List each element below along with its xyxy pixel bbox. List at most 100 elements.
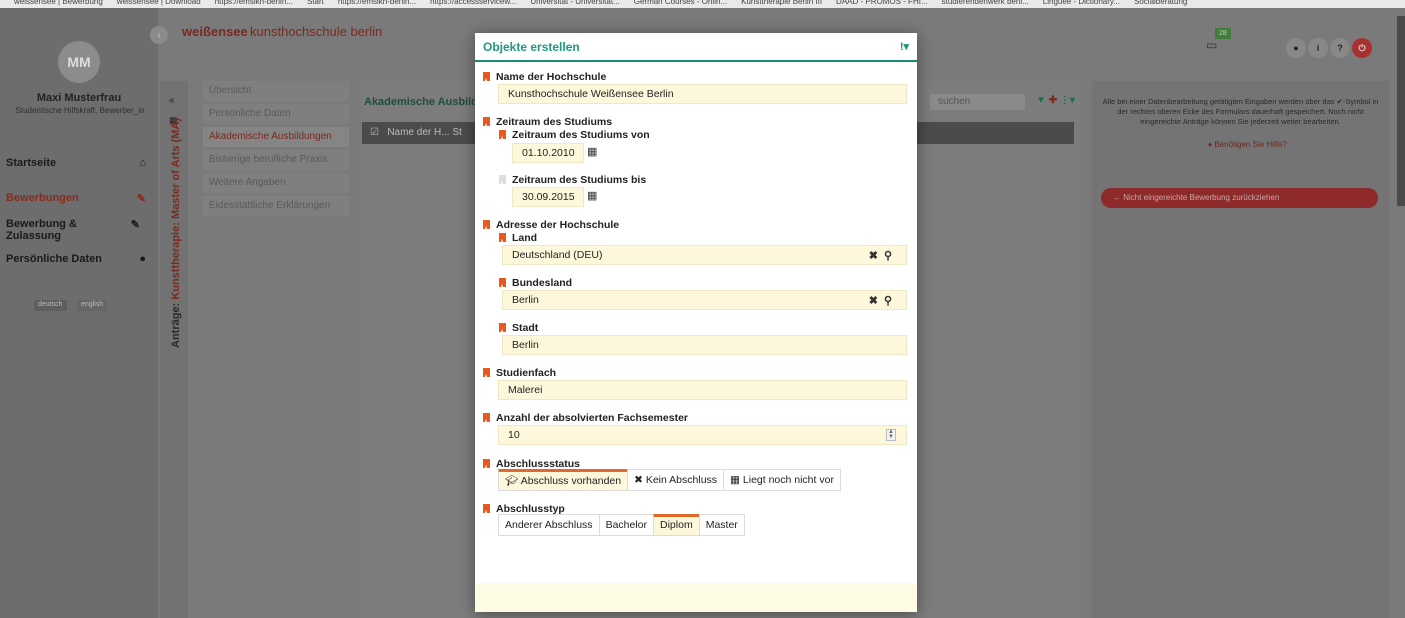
label-zeitraum-bis: Zeitraum des Studiums bis xyxy=(499,174,646,186)
clear-icon[interactable]: ✖ xyxy=(869,250,884,262)
sidebar-item-persoenliche-daten[interactable]: Persönliche Daten ● xyxy=(6,253,146,265)
status-abschluss-vorhanden[interactable]: 🎓︎ Abschluss vorhanden xyxy=(498,469,629,491)
applications-prefix: Anträge: xyxy=(170,299,182,348)
label-hochschule: Name der Hochschule xyxy=(483,71,606,83)
help-link[interactable]: ♦ Benötigen Sie Hilfe? xyxy=(1208,140,1287,149)
modal-footer xyxy=(475,583,917,612)
bookmark-item[interactable]: https://emsikh-berlin... xyxy=(215,0,293,6)
label-text: Bundesland xyxy=(512,277,573,289)
notifications-icon[interactable]: ▭ xyxy=(1206,38,1228,58)
typ-bachelor[interactable]: Bachelor xyxy=(598,514,655,536)
right-info-panel xyxy=(1092,81,1389,618)
sidebar-item-startseite[interactable]: Startseite ⌂ xyxy=(6,157,146,169)
abschlussstatus-selector: 🎓︎ Abschluss vorhanden ✖ Kein Abschluss … xyxy=(498,469,841,491)
label-text: Land xyxy=(512,232,538,244)
withdraw-application-button[interactable]: ← Nicht eingereichte Bewerbung zurückzie… xyxy=(1101,188,1378,208)
application-name: Kunsttherapie: Master of Arts (MA) xyxy=(170,118,182,300)
label-text: Stadt xyxy=(512,322,539,334)
sidebar-item-bewerbungen[interactable]: Bewerbungen ✎ xyxy=(6,192,146,205)
collapse-sidebar-button[interactable]: ‹ xyxy=(150,26,168,44)
bookmark-item[interactable]: weissensee | Bewerbung xyxy=(14,0,103,6)
bookmark-item[interactable]: German Courses - Onlin... xyxy=(634,0,727,6)
help-icon[interactable]: ? xyxy=(1330,38,1350,58)
clear-icon[interactable]: ✖ xyxy=(869,295,884,307)
search-icon[interactable]: ⚲ xyxy=(884,250,898,262)
bookmark-item[interactable]: Socialberatung xyxy=(1134,0,1187,6)
search-input[interactable]: suchen xyxy=(930,94,1025,110)
column-header[interactable]: Name der H... St xyxy=(387,127,461,138)
label-zeitraum: Zeitraum des Studiums xyxy=(483,116,612,128)
tab-berufliche-praxis[interactable]: Bisherige berufliche Praxis xyxy=(203,150,349,170)
zeitraum-bis-field[interactable]: 30.09.2015 xyxy=(512,187,584,207)
lang-english-button[interactable]: english xyxy=(77,300,108,311)
bookmarks-bar: weissensee | Bewerbung weissensee | Downl… xyxy=(0,0,1405,8)
bookmark-item[interactable]: studierendenwerk berli... xyxy=(942,0,1029,6)
user-name: Maxi Musterfrau xyxy=(36,92,122,104)
sidebar-item-bewerbung-zulassung[interactable]: Bewerbung & Zulassung ✎ xyxy=(6,218,140,242)
help-link-label: Benötigen Sie Hilfe? xyxy=(1214,140,1287,149)
bookmark-item[interactable]: https://emsikh-berlin... xyxy=(338,0,416,6)
modal-title: Objekte erstellen xyxy=(483,39,580,54)
label-adresse: Adresse der Hochschule xyxy=(483,219,619,231)
status-kein-abschluss[interactable]: ✖ Kein Abschluss xyxy=(627,469,725,491)
add-icon[interactable]: ✚ xyxy=(1049,95,1057,106)
brand-logo: weißensee xyxy=(182,24,248,39)
required-flag-icon xyxy=(483,220,490,229)
required-flag-icon xyxy=(483,459,490,468)
label-bundesland: Bundesland xyxy=(499,277,572,289)
option-label: Abschluss vorhanden xyxy=(520,475,622,487)
land-field[interactable]: Deutschland (DEU) ✖⚲ xyxy=(502,245,907,265)
search-icon[interactable]: ⚲ xyxy=(884,295,898,307)
required-flag-icon xyxy=(499,130,506,139)
studienfach-field[interactable]: Malerei xyxy=(498,380,907,400)
zeitraum-von-field[interactable]: 01.10.2010 xyxy=(512,143,584,163)
hochschule-field[interactable]: Kunsthochschule Weißensee Berlin xyxy=(498,84,907,104)
tab-uebersicht[interactable]: Übersicht xyxy=(203,81,349,101)
create-object-modal: Objekte erstellen !▾ Name der Hochschule… xyxy=(475,33,917,612)
optional-flag-icon xyxy=(499,175,506,184)
land-value: Deutschland (DEU) xyxy=(512,249,603,261)
bookmark-item[interactable]: DAAD - PROMOS - FHI... xyxy=(836,0,928,6)
sub-navigation: Übersicht Persönliche Daten Akademische … xyxy=(203,81,349,219)
typ-master[interactable]: Master xyxy=(698,514,745,536)
bookmark-item[interactable]: Linguee - Dictionary... xyxy=(1043,0,1120,6)
notification-badge: 28 xyxy=(1215,28,1231,39)
tab-persoenliche-daten[interactable]: Persönliche Daten xyxy=(203,104,349,124)
logout-icon[interactable]: ⏻ xyxy=(1352,38,1372,58)
applications-vertical-label: Anträge: Kunsttherapie: Master of Arts (… xyxy=(170,118,182,348)
select-all-checkbox[interactable]: ☑ xyxy=(370,127,379,138)
number-stepper[interactable]: ▲ ▼ xyxy=(886,429,896,441)
bookmark-item[interactable]: https://accessservicew... xyxy=(430,0,516,6)
avatar[interactable]: MM xyxy=(58,41,100,83)
filter-icon[interactable]: ▼ xyxy=(1036,95,1046,106)
bundesland-field[interactable]: Berlin ✖⚲ xyxy=(502,290,907,310)
menu-icon[interactable]: ⋮▾ xyxy=(1060,95,1075,106)
tab-weitere-angaben[interactable]: Weitere Angaben xyxy=(203,173,349,193)
calendar-icon[interactable]: ▦ xyxy=(587,189,597,202)
sidebar-item-label: Bewerbung & Zulassung xyxy=(6,218,77,242)
modal-header: Objekte erstellen !▾ xyxy=(475,33,917,62)
modal-menu-button[interactable]: !▾ xyxy=(900,40,909,53)
label-text: Zeitraum des Studiums von xyxy=(512,129,650,141)
user-icon[interactable]: ● xyxy=(1286,38,1306,58)
typ-diplom[interactable]: Diplom xyxy=(653,514,700,536)
modal-body: Name der Hochschule Kunsthochschule Weiß… xyxy=(475,64,917,608)
lang-deutsch-button[interactable]: deutsch xyxy=(34,300,67,311)
withdraw-label: Nicht eingereichte Bewerbung zurückziehe… xyxy=(1123,193,1280,202)
info-icon[interactable]: i xyxy=(1308,38,1328,58)
scrollbar[interactable] xyxy=(1397,16,1405,206)
bookmark-item[interactable]: weissensee | Download xyxy=(117,0,201,6)
stadt-field[interactable]: Berlin xyxy=(502,335,907,355)
bookmark-item[interactable]: Start xyxy=(307,0,324,6)
double-chevron-left-icon[interactable]: « xyxy=(169,95,175,106)
home-icon: ⌂ xyxy=(139,157,146,169)
bookmark-item[interactable]: Kunsttherapie Berlin III xyxy=(741,0,822,6)
tab-eidesstattliche-erklaerungen[interactable]: Eidesstattliche Erklärungen xyxy=(203,196,349,216)
bookmark-item[interactable]: Universitat - Universitat... xyxy=(530,0,619,6)
semester-field[interactable]: 10 ▲ ▼ xyxy=(498,425,907,445)
label-text: Zeitraum des Studiums bis xyxy=(512,174,647,186)
tab-akademische-ausbildungen[interactable]: Akademische Ausbildungen xyxy=(203,127,349,147)
typ-anderer-abschluss[interactable]: Anderer Abschluss xyxy=(498,514,600,536)
status-liegt-noch-nicht-vor[interactable]: ▦ Liegt noch nicht vor xyxy=(723,469,841,491)
calendar-icon[interactable]: ▦ xyxy=(587,145,597,158)
